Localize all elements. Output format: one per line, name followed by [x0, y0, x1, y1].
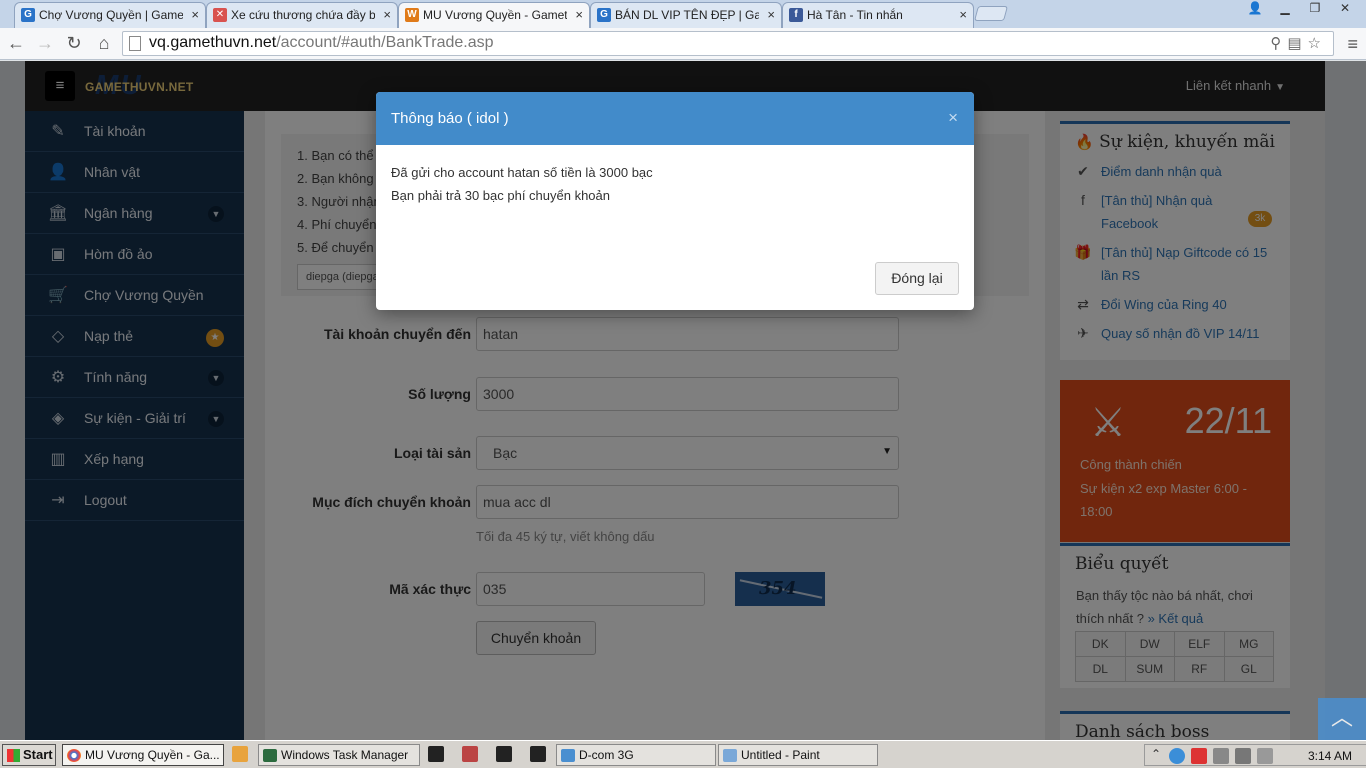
close-icon[interactable]: × [191, 7, 199, 22]
close-icon[interactable]: × [948, 108, 958, 128]
browser-tab-active[interactable]: W MU Vương Quyền - Gamethu × [398, 2, 590, 29]
ie-icon[interactable] [1169, 748, 1185, 764]
browser-tab[interactable]: G Chợ Vương Quyền | Game thủ × [14, 2, 206, 28]
mu-favicon-icon: W [405, 8, 419, 22]
close-icon[interactable]: × [959, 7, 967, 22]
taskbar-item-browser[interactable]: MU Vương Quyền - Ga... [62, 744, 224, 766]
page-icon [129, 36, 141, 51]
restore-button[interactable]: ❐ [1300, 0, 1330, 18]
task-label: MU Vương Quyền - Ga... [85, 748, 220, 762]
device-icon[interactable] [1213, 748, 1229, 764]
window-close-button[interactable]: ✕ [1330, 0, 1360, 18]
close-icon[interactable]: × [767, 7, 775, 22]
bookmark-star-icon[interactable]: ☆ [1308, 35, 1327, 52]
reload-button[interactable]: ↻ [62, 32, 86, 56]
browser-tab-strip: G Chợ Vương Quyền | Game thủ × ✕ Xe cứu … [0, 0, 1366, 29]
modal-header: Thông báo ( idol ) × [376, 92, 974, 145]
window-controls: 👤 ▁ ❐ ✕ [1240, 0, 1360, 18]
tab-title: BÁN DL VIP TÊN ĐẸP | Game [615, 8, 759, 22]
task-label: D-com 3G [579, 748, 634, 762]
pin-icon[interactable]: ⚲ [1270, 35, 1287, 52]
modal-message-line: Bạn phải trả 30 bạc phí chuyển khoản [391, 188, 610, 203]
paint-icon [723, 749, 737, 762]
forward-button[interactable]: → [33, 32, 57, 56]
close-icon[interactable]: × [575, 7, 583, 22]
dcom-icon [561, 749, 575, 762]
home-button[interactable]: ⌂ [92, 32, 116, 56]
clock[interactable]: 3:14 AM [1308, 749, 1352, 763]
scroll-to-top-button[interactable]: ︿ [1318, 698, 1366, 740]
windows-logo-icon [7, 749, 20, 762]
browser-tab[interactable]: ✕ Xe cứu thương chứa đầy bom × [206, 2, 398, 28]
tab-title: Xe cứu thương chứa đầy bom [231, 8, 375, 22]
media-player-icon[interactable] [232, 746, 248, 762]
tray-expand-icon[interactable]: ⌃ [1151, 747, 1161, 761]
tab-title: Hà Tân - Tin nhắn [807, 8, 903, 22]
tab-title: MU Vương Quyền - Gamethu [423, 8, 567, 22]
omnibox-actions: ⚲▤☆ [1270, 34, 1327, 52]
modal-close-button[interactable]: Đóng lại [875, 262, 959, 295]
game-icon[interactable] [462, 746, 478, 762]
back-button[interactable]: ← [4, 32, 28, 56]
tab-title: Chợ Vương Quyền | Game thủ [39, 8, 183, 22]
taskbar-item-paint[interactable]: Untitled - Paint [718, 744, 878, 766]
start-label: Start [23, 747, 53, 762]
browser-toolbar: ← → ↻ ⌂ vq.gamethuvn.net/account/#auth/B… [0, 28, 1366, 60]
modal-message-line: Đã gửi cho account hatan số tiền là 3000… [391, 165, 653, 180]
url-path: /account/#auth/BankTrade.asp [276, 34, 494, 51]
new-tab-button[interactable] [973, 6, 1009, 21]
chrome-icon [67, 749, 81, 762]
game-icon[interactable] [496, 746, 512, 762]
x-favicon-icon: ✕ [213, 8, 227, 22]
task-label: Untitled - Paint [741, 748, 820, 762]
browser-tab[interactable]: G BÁN DL VIP TÊN ĐẸP | Game × [590, 2, 782, 28]
chevron-up-icon: ︿ [1330, 705, 1353, 730]
g-favicon-icon: G [21, 8, 35, 22]
network-icon[interactable] [1235, 748, 1251, 764]
chrome-menu-icon[interactable]: ≡ [1347, 34, 1358, 55]
taskbar-item-task-manager[interactable]: Windows Task Manager [258, 744, 420, 766]
browser-tab[interactable]: f Hà Tân - Tin nhắn × [782, 2, 974, 28]
volume-icon[interactable] [1257, 748, 1273, 764]
task-manager-icon [263, 749, 277, 762]
notification-modal: Thông báo ( idol ) × Đã gửi cho account … [376, 92, 974, 310]
url-host: vq.gamethuvn.net [149, 34, 277, 51]
user-icon[interactable]: 👤 [1240, 0, 1270, 18]
translate-icon[interactable]: ▤ [1287, 35, 1307, 52]
taskbar-item-dcom[interactable]: D-com 3G [556, 744, 716, 766]
start-button[interactable]: Start [2, 744, 56, 766]
modal-title: Thông báo ( idol ) [391, 110, 509, 127]
system-tray: ⌃ 3:14 AM [1144, 744, 1366, 766]
game-icon[interactable] [428, 746, 444, 762]
game-icon[interactable] [530, 746, 546, 762]
windows-taskbar: Start MU Vương Quyền - Ga... Windows Tas… [0, 740, 1366, 768]
minimize-button[interactable]: ▁ [1270, 0, 1300, 18]
task-label: Windows Task Manager [281, 748, 409, 762]
facebook-favicon-icon: f [789, 8, 803, 22]
g-favicon-icon: G [597, 8, 611, 22]
address-bar[interactable]: vq.gamethuvn.net/account/#auth/BankTrade… [122, 31, 1334, 56]
antivirus-icon[interactable] [1191, 748, 1207, 764]
close-icon[interactable]: × [383, 7, 391, 22]
